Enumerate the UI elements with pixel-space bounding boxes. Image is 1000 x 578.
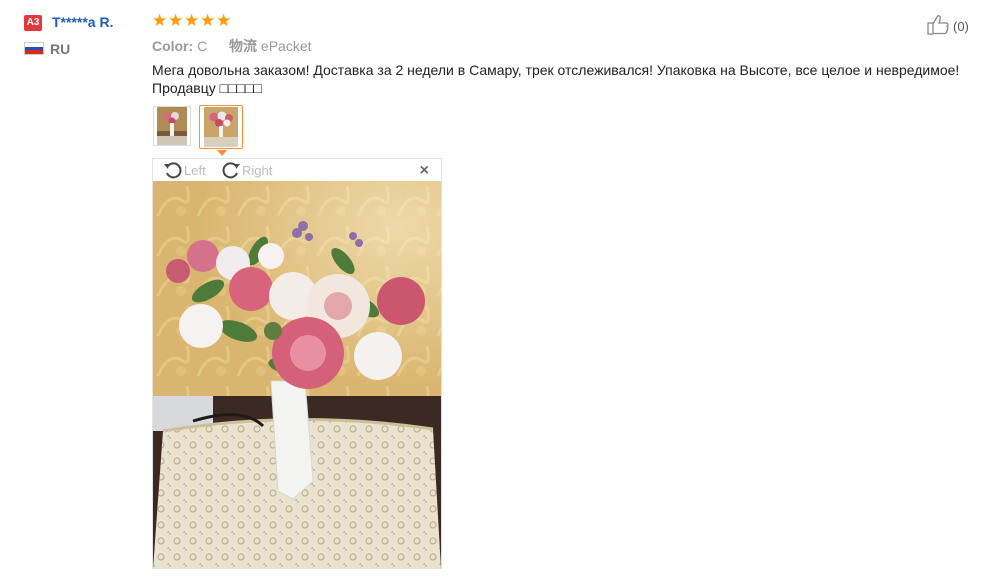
color-label: Color:	[152, 38, 194, 54]
review-item: A3 T*****a R. RU ★ ★ ★ ★ ★ Color: C 物流 e…	[0, 0, 1000, 578]
country-flag-icon	[24, 42, 44, 55]
review-text: Мега довольна заказом! Доставка за 2 нед…	[152, 62, 960, 96]
star-icon: ★	[168, 11, 184, 30]
rotate-left-label: Left	[184, 162, 206, 178]
rotate-right-icon	[222, 162, 240, 179]
shipping-label: 物流	[229, 38, 258, 54]
active-thumbnail-caret	[217, 150, 227, 156]
reviewer-name[interactable]: T*****a R.	[52, 14, 113, 30]
star-icon: ★	[216, 11, 232, 30]
photo-thumbnails	[153, 105, 243, 149]
reviewer-country: RU	[50, 41, 71, 57]
shipping-value: ePacket	[260, 38, 312, 54]
rotate-left-button[interactable]: Left	[163, 160, 206, 180]
helpful-count: (0)	[953, 19, 969, 34]
star-icon: ★	[184, 11, 200, 30]
viewer-toolbar: Left Right ×	[153, 159, 441, 181]
helpful-button[interactable]: (0)	[926, 14, 969, 39]
review-photo	[153, 181, 441, 569]
star-icon: ★	[200, 11, 216, 30]
photo-viewer: Left Right ×	[152, 158, 442, 569]
photo-thumbnail[interactable]	[153, 106, 191, 146]
color-value: C	[197, 38, 208, 54]
rotate-right-button[interactable]: Right	[221, 160, 272, 180]
order-info: Color: C 物流 ePacket	[152, 36, 312, 56]
rotate-left-icon	[164, 162, 182, 179]
star-icon: ★	[152, 11, 168, 30]
star-rating: ★ ★ ★ ★ ★	[152, 11, 232, 30]
thumbs-up-icon[interactable]	[926, 14, 950, 39]
close-icon[interactable]: ×	[420, 162, 429, 180]
buyer-level-badge: A3	[24, 15, 42, 31]
rotate-right-label: Right	[242, 162, 273, 178]
photo-thumbnail-active[interactable]	[199, 105, 243, 149]
